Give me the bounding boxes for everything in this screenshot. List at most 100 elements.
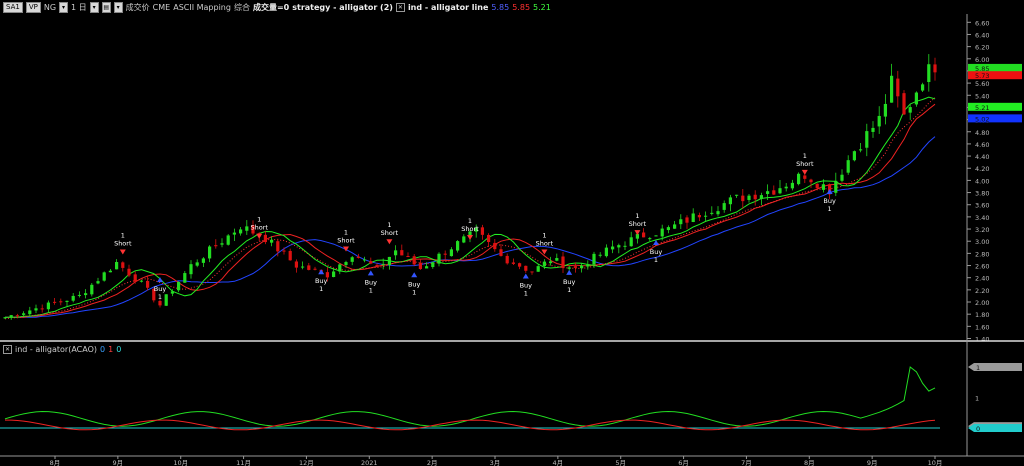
candle-body (784, 186, 788, 189)
price-tick-label: 1.60 (975, 323, 989, 331)
price-tick-label: 3.80 (975, 190, 989, 198)
candle-body (815, 183, 819, 188)
candle-body (865, 131, 869, 148)
chart-canvas[interactable]: 1ShortBuy11ShortBuy11ShortBuy11ShortBuy1… (0, 0, 1024, 466)
close-subchart-icon[interactable]: ✕ (3, 345, 12, 354)
signal-label: Buy (365, 278, 378, 286)
bar-type-icon[interactable]: ▤ (101, 1, 111, 13)
subchart-indicator-label[interactable]: ind - alligator(ACAO) (15, 345, 97, 354)
candle-body (102, 272, 106, 281)
candle-body (170, 291, 174, 294)
candle-body (821, 184, 825, 190)
signal-label: Short (536, 240, 554, 248)
price-tick-label: 4.40 (975, 153, 989, 161)
candle-body (195, 262, 199, 266)
price-tag-label: 5.21 (975, 104, 989, 112)
candle-body (710, 212, 714, 214)
candle-body (697, 215, 701, 218)
close-indicator-icon[interactable]: ✕ (395, 2, 405, 12)
candle-body (927, 64, 931, 83)
candle-body (542, 261, 546, 267)
candle-body (375, 264, 379, 266)
symbol-button[interactable]: SA1 (3, 1, 23, 13)
time-tick-label: 8月 (804, 459, 815, 466)
price-tick-label: 2.20 (975, 287, 989, 295)
candle-body (499, 249, 503, 256)
time-tick-label: 3月 (490, 459, 501, 466)
signal-qty: 1 (412, 288, 416, 296)
candle-body (604, 247, 608, 257)
indicator-tag (974, 424, 1022, 432)
vp-button[interactable]: VP (25, 1, 41, 13)
price-tag-label: 5.73 (975, 72, 989, 80)
price-tick-label: 4.80 (975, 129, 989, 137)
candle-body (555, 258, 559, 261)
signal-label: Short (337, 237, 355, 245)
candle-body (518, 263, 522, 267)
price-tick-label: 2.60 (975, 263, 989, 271)
subchart-value-3: 0 (116, 345, 122, 354)
signal-label: Buy (650, 248, 663, 256)
volume-label: 成交量=0 (252, 2, 290, 12)
indicator-label[interactable]: ind - alligator line (408, 3, 488, 12)
exchange-dropdown-icon[interactable]: ▾ (59, 1, 69, 13)
candle-body (753, 194, 757, 200)
subchart-value-1: 0 (100, 345, 106, 354)
candle-body (642, 232, 646, 238)
subchart-value-2: 1 (108, 345, 114, 354)
candle-body (933, 64, 937, 73)
candle-body (456, 241, 460, 251)
candle-body (859, 149, 863, 151)
candle-body (96, 281, 100, 284)
interval-label[interactable]: 1 日 (71, 2, 87, 13)
price-tag-label: 5.02 (975, 115, 989, 123)
indicator-value-blue: 5.85 (491, 2, 510, 12)
candle-body (332, 271, 336, 278)
price-tick-label: 6.20 (975, 44, 989, 52)
price-tick-label: 4.60 (975, 141, 989, 149)
candle-body (666, 227, 670, 231)
signal-label: Short (461, 225, 479, 233)
candle-body (629, 237, 633, 247)
candle-body (394, 250, 398, 256)
signal-qty: 1 (542, 232, 546, 240)
candle-body (77, 294, 81, 296)
candle-body (270, 239, 274, 243)
candle-body (561, 256, 565, 268)
candle-body (208, 246, 212, 259)
candle-body (418, 262, 422, 270)
candle-body (759, 195, 763, 199)
signal-label: Buy (520, 281, 533, 289)
candle-body (40, 308, 44, 310)
candle-body (716, 211, 720, 215)
price-tick-label: 6.60 (975, 19, 989, 27)
candle-body (232, 232, 236, 235)
signal-qty: 1 (319, 285, 323, 293)
data-source-label: CME (152, 2, 171, 12)
interval-dropdown-icon[interactable]: ▾ (89, 1, 99, 13)
candle-body (834, 180, 838, 193)
price-tick-label: 3.60 (975, 202, 989, 210)
candle-body (766, 191, 770, 194)
candle-body (660, 228, 664, 237)
candle-body (443, 253, 447, 255)
candle-body (877, 115, 881, 127)
candle-body (487, 234, 491, 243)
signal-label: Buy (408, 280, 421, 288)
price-tick-label: 1.80 (975, 311, 989, 319)
candle-body (387, 256, 391, 265)
candle-body (685, 217, 689, 223)
candle-body (921, 84, 925, 91)
signal-qty: 1 (387, 221, 391, 229)
candle-body (183, 273, 187, 283)
candle-body (53, 301, 57, 303)
candle-body (530, 271, 534, 273)
candle-body (9, 315, 13, 318)
price-tick-label: 6.00 (975, 56, 989, 64)
candle-body (536, 266, 540, 272)
bar-type-dropdown-icon[interactable]: ▾ (113, 1, 123, 13)
candle-body (294, 261, 298, 268)
time-tick-label: 2021 (361, 459, 378, 466)
candle-body (691, 213, 695, 223)
strategy-label[interactable]: strategy - alligator (2) (292, 3, 393, 12)
